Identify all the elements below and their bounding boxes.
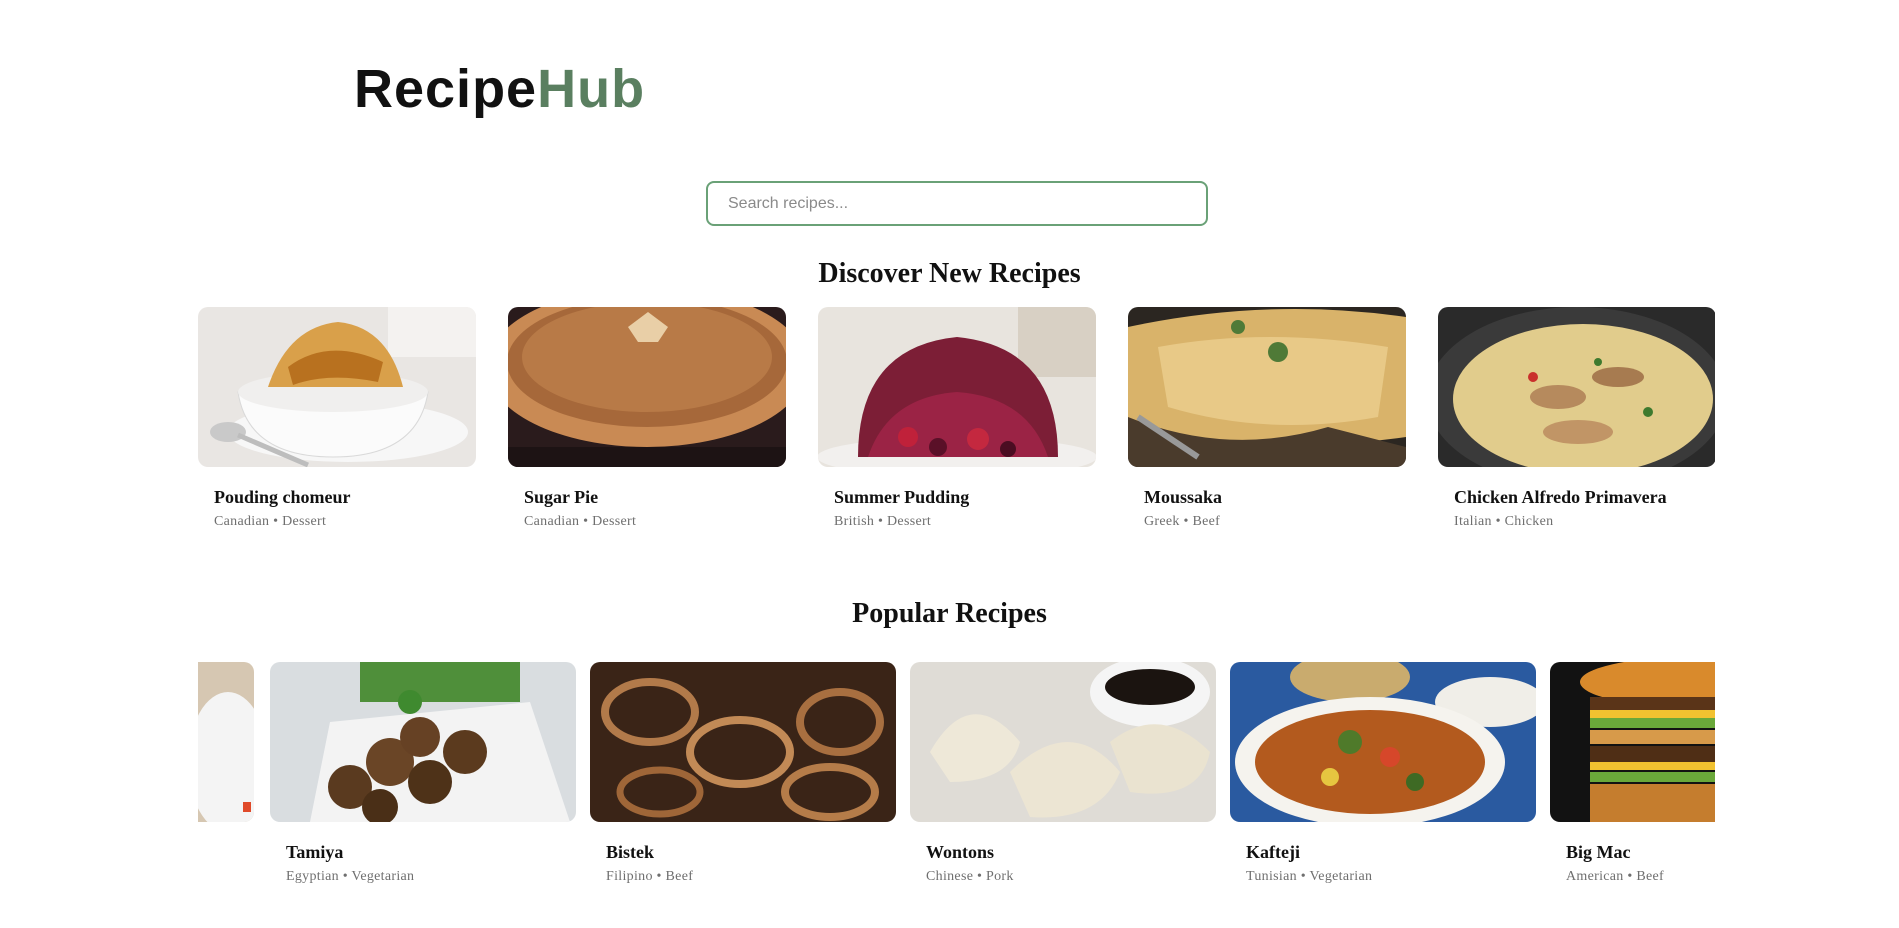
brand-logo-part2: Hub [537,59,646,119]
recipe-image-moussaka [1128,307,1406,467]
recipe-name: Bistek [606,842,655,862]
recipe-card[interactable]: Pouding chomeur Canadian • Dessert [198,307,476,530]
recipe-image-summer-pudding [818,307,1096,467]
recipe-card-partial[interactable] [198,662,254,822]
brand-logo[interactable]: RecipeHub [354,62,645,116]
recipe-card[interactable]: Summer Pudding British • Dessert [818,307,1096,530]
recipe-image-bistek [590,662,896,822]
recipe-meta: Egyptian • Vegetarian [286,869,415,884]
recipe-card[interactable]: Sugar Pie Canadian • Dessert [508,307,786,530]
recipe-image-pouding-chomeur [198,307,476,467]
recipe-card[interactable]: Moussaka Greek • Beef [1128,307,1406,530]
recipe-meta: American • Beef [1566,869,1665,884]
popular-section-title: Popular Recipes [852,598,1047,629]
recipe-name: Big Mac [1566,842,1631,862]
recipe-card[interactable]: Tamiya Egyptian • Vegetarian [270,662,576,885]
recipe-image-kafteji [1230,662,1536,822]
recipe-name: Moussaka [1144,487,1223,507]
recipe-name: Sugar Pie [524,487,599,507]
recipe-card[interactable]: Big Mac American • Beef [1550,662,1715,885]
recipe-meta: Filipino • Beef [606,869,694,884]
recipe-card[interactable]: Kafteji Tunisian • Vegetarian [1230,662,1536,885]
recipe-image-sugar-pie [508,307,786,467]
recipe-name: Tamiya [286,842,344,862]
recipe-name: Wontons [926,842,995,862]
recipe-image-partial [198,662,254,822]
discover-section-title: Discover New Recipes [818,258,1081,289]
popular-carousel[interactable]: Tamiya Egyptian • Vegetarian Bistek Fili… [198,662,1715,892]
recipe-meta: Tunisian • Vegetarian [1246,869,1373,884]
recipe-name: Pouding chomeur [214,487,351,507]
recipe-image-chicken-alfredo-primavera [1438,307,1715,467]
search-bar [706,181,1208,226]
recipe-name: Chicken Alfredo Primavera [1454,487,1667,507]
recipe-name: Kafteji [1246,842,1300,862]
recipe-image-tamiya [270,662,576,822]
recipe-card[interactable]: Wontons Chinese • Pork [910,662,1216,885]
recipe-meta: Chinese • Pork [926,869,1014,884]
recipe-meta: Canadian • Dessert [214,514,327,529]
brand-logo-part1: Recipe [354,59,538,119]
recipe-image-big-mac [1550,662,1715,822]
recipe-name: Summer Pudding [834,487,970,507]
recipe-card[interactable]: Bistek Filipino • Beef [590,662,896,885]
recipe-meta: British • Dessert [834,514,932,529]
recipe-card[interactable]: Chicken Alfredo Primavera Italian • Chic… [1438,307,1715,530]
discover-carousel[interactable]: Pouding chomeur Canadian • Dessert Sugar… [198,307,1715,537]
recipe-meta: Canadian • Dessert [524,514,637,529]
search-input[interactable] [706,181,1208,226]
recipe-meta: Italian • Chicken [1454,514,1554,529]
recipe-image-wontons [910,662,1216,822]
recipe-meta: Greek • Beef [1144,514,1221,529]
